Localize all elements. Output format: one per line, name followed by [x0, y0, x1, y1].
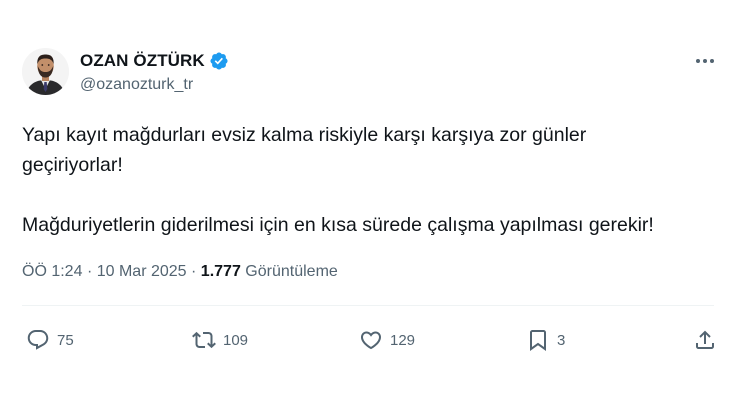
meta-separator: ·: [86, 263, 93, 280]
share-button[interactable]: [693, 325, 717, 355]
tweet-time[interactable]: ÖÖ 1:24: [22, 263, 82, 280]
verified-badge-icon[interactable]: [209, 51, 229, 71]
tweet-text-line: Mağduriyetlerin giderilmesi için en kısa…: [22, 214, 654, 236]
heart-icon: [360, 331, 382, 350]
meta-separator: ·: [191, 263, 197, 280]
views-label: Görüntüleme: [245, 263, 338, 280]
retweet-count: 109: [223, 331, 249, 349]
name-row: OZAN ÖZTÜRK: [80, 50, 229, 72]
like-count: 129: [390, 331, 416, 349]
views-count: 1.777: [200, 263, 241, 280]
display-name[interactable]: OZAN ÖZTÜRK: [80, 51, 205, 71]
bookmark-icon: [530, 330, 546, 351]
tweet-text-line: geçiriyorlar!: [22, 154, 123, 176]
tweet-card: OZAN ÖZTÜRK @ozanozturk_tr Yapı kayıt ma…: [0, 0, 730, 420]
avatar-photo: [22, 48, 69, 95]
divider: [22, 305, 714, 306]
more-dots-icon[interactable]: [694, 52, 716, 70]
bookmark-count: 3: [557, 331, 566, 349]
bookmark-button[interactable]: 3: [526, 325, 565, 355]
reply-count: 75: [57, 331, 74, 349]
tweet-date[interactable]: 10 Mar 2025: [97, 263, 187, 280]
action-bar: 75 109 129 3: [0, 325, 730, 355]
retweet-button[interactable]: 109: [192, 325, 248, 355]
user-handle[interactable]: @ozanozturk_tr: [80, 76, 229, 94]
tweet-text: Yapı kayıt mağdurları evsiz kalma riskiy…: [22, 120, 712, 240]
author-block: OZAN ÖZTÜRK @ozanozturk_tr: [80, 50, 229, 94]
avatar[interactable]: [22, 48, 69, 95]
retweet-icon: [192, 331, 216, 349]
reply-button[interactable]: 75: [26, 325, 74, 355]
tweet-meta: ÖÖ 1:24 · 10 Mar 2025 · 1.777 Görüntülem…: [22, 263, 338, 281]
reply-icon: [27, 330, 49, 350]
like-button[interactable]: 129: [359, 325, 415, 355]
tweet-text-line: Yapı kayıt mağdurları evsiz kalma riskiy…: [22, 124, 587, 146]
share-icon: [696, 330, 714, 349]
